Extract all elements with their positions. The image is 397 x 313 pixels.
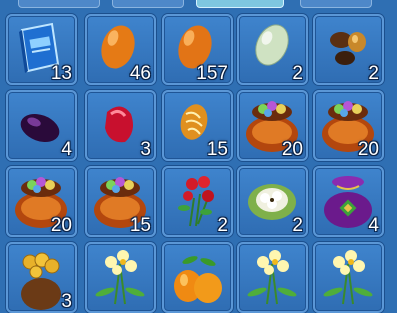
inventory-slot-treasure-sack[interactable]: 20 <box>6 166 77 237</box>
item-quantity: 13 <box>50 63 72 84</box>
inventory-slot-yellow-daffodil[interactable] <box>237 242 308 313</box>
item-quantity: 20 <box>281 139 303 160</box>
inventory-slot-blue-book[interactable]: 13 <box>6 14 77 85</box>
item-quantity: 46 <box>129 63 151 84</box>
inventory-slot-red-roses[interactable]: 2 <box>162 166 233 237</box>
item-quantity: 20 <box>357 139 379 160</box>
item-quantity: 3 <box>61 291 72 312</box>
inventory-slot-dark-purple-gem[interactable]: 4 <box>6 90 77 161</box>
inventory-grid: 13 46 157 2 2 4 3 15 20 20 20 15 2 2 4 3 <box>0 0 397 313</box>
inventory-slot-orange-gem[interactable]: 46 <box>85 14 156 85</box>
inventory-slot-gold-egg[interactable]: 15 <box>162 90 233 161</box>
inventory-slot-white-flower-bouquet[interactable]: 2 <box>237 166 308 237</box>
daffodil-icon <box>95 250 145 305</box>
inventory-slot-red-gem[interactable]: 3 <box>85 90 156 161</box>
item-quantity: 4 <box>61 139 72 160</box>
inventory-slot-purple-pouch[interactable]: 4 <box>313 166 384 237</box>
item-quantity: 157 <box>196 63 228 84</box>
item-quantity: 3 <box>140 139 151 160</box>
inventory-slot-treasure-sack[interactable]: 15 <box>85 166 156 237</box>
item-quantity: 20 <box>50 215 72 236</box>
daffodil-icon <box>247 250 297 305</box>
item-quantity: 15 <box>129 215 151 236</box>
item-quantity: 2 <box>217 215 228 236</box>
item-quantity: 15 <box>206 139 228 160</box>
inventory-slot-amber-egg[interactable]: 157 <box>162 14 233 85</box>
inventory-slot-coin-sack[interactable]: 3 <box>6 242 77 313</box>
item-quantity: 2 <box>292 63 303 84</box>
item-quantity: 4 <box>368 215 379 236</box>
item-quantity: 2 <box>292 215 303 236</box>
orange-fruit-icon <box>174 256 222 303</box>
inventory-slot-yellow-daffodil[interactable] <box>313 242 384 313</box>
inventory-slot-treasure-sack[interactable]: 20 <box>237 90 308 161</box>
inventory-slot-oranges[interactable] <box>162 242 233 313</box>
inventory-slot-brown-stones[interactable]: 2 <box>313 14 384 85</box>
daffodil-icon <box>323 250 373 305</box>
inventory-slot-jade-egg[interactable]: 2 <box>237 14 308 85</box>
item-quantity: 2 <box>368 63 379 84</box>
inventory-slot-treasure-sack[interactable]: 20 <box>313 90 384 161</box>
inventory-slot-yellow-daffodil[interactable] <box>85 242 156 313</box>
